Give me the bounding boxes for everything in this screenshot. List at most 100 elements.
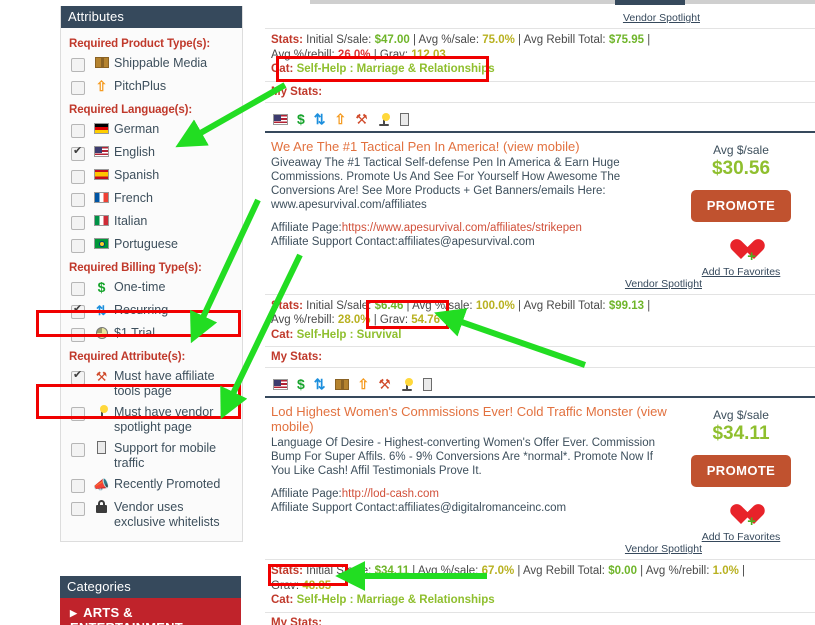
divider [265,367,815,368]
filter-option-one-time[interactable]: $ One-time [61,277,242,300]
add-to-favorites-control[interactable]: + Add To Favorites [671,238,811,278]
box-icon [334,377,349,392]
filter-option-pitchplus[interactable]: ⇧ PitchPlus [61,76,242,99]
affiliate-support-email[interactable]: affiliates@digitalromanceinc.com [398,502,566,514]
filter-option-spanish[interactable]: Spanish [61,165,242,188]
affiliate-support-label: Affiliate Support Contact: [271,502,398,514]
dollar-icon: $ [297,376,305,392]
checkbox-spanish[interactable] [71,170,85,184]
affiliate-page-url[interactable]: http://lod-cash.com [342,488,439,500]
categories-sidebar: Categories ▶ARTS & ENTERTAINMENT [60,576,241,625]
flag-italy-icon [92,214,111,229]
product-listing: Lod Highest Women's Commissions Ever! Co… [265,398,815,547]
avg-rebill-value: 1.0% [712,565,739,577]
filter-option-recurring[interactable]: ⇅ Recurring [61,300,242,323]
filter-label: PitchPlus [114,79,167,93]
checkbox-german[interactable] [71,124,85,138]
chevron-right-icon: ▶ [70,608,78,618]
initial-sale-label: Initial S/sale: [306,299,372,312]
checkbox-pitchplus[interactable] [71,81,85,95]
checkbox-italian[interactable] [71,216,85,230]
checkbox-one-time[interactable] [71,282,85,296]
divider [265,80,815,82]
dollar-icon: $ [97,279,106,295]
filter-option-french[interactable]: French [61,188,242,211]
divider [265,28,815,29]
checkbox-one-dollar-trial[interactable] [71,328,85,342]
filter-option-english[interactable]: English [61,142,242,165]
checkbox-mobile-traffic[interactable] [71,443,85,457]
checkbox-english[interactable] [71,145,85,161]
checkbox-affiliate-tools-page[interactable] [71,369,85,385]
filter-option-affiliate-tools-page[interactable]: ⚒ Must have affiliate tools page [61,366,242,402]
filter-option-shippable-media[interactable]: Shippable Media [61,53,242,76]
add-to-favorites-control[interactable]: + Add To Favorites [671,503,811,543]
affiliate-support-email[interactable]: affiliates@apesurvival.com [398,236,535,248]
cat-label: Cat: [271,328,294,341]
filter-option-vendor-spotlight-page[interactable]: Must have vendor spotlight page [61,402,242,438]
avg-sale-value: 75.0% [482,34,515,46]
filter-option-one-dollar-trial[interactable]: $1 Trial [61,323,242,346]
product-title-link[interactable]: Lod Highest Women's Commissions Ever! Co… [271,404,671,434]
lock-icon [92,500,111,515]
add-to-favorites-label[interactable]: Add To Favorites [671,531,811,543]
vendor-spotlight-link-2[interactable]: Vendor Spotlight [265,543,815,555]
stats-label: Stats: [271,299,303,312]
cat-value: Self-Help : Marriage & Relationships [296,63,495,75]
promote-button[interactable]: PROMOTE [690,189,792,222]
rebill-total-value: $99.13 [608,299,645,312]
grav-value: 112.03 [411,48,446,61]
avg-sale-label: Avg %/sale: [417,565,479,577]
filter-option-italian[interactable]: Italian [61,211,242,234]
product-title: We Are The #1 Tactical Pen In America! [271,138,500,154]
rebill-total-value: $0.00 [608,565,637,577]
filter-label: Portuguese [114,237,178,251]
checkbox-recurring[interactable] [71,303,85,319]
product-listing: We Are The #1 Tactical Pen In America! (… [265,133,815,282]
box-icon [92,56,111,71]
affiliate-info: Affiliate Page:http://lod-cash.com Affil… [271,487,671,515]
rebill-total-label: Avg Rebill Total: [523,34,606,46]
checkbox-shippable-media[interactable] [71,58,85,72]
stats-label: Stats: [271,565,303,577]
vendor-spotlight-link-1[interactable]: Vendor Spotlight [265,278,815,290]
checkbox-recently-promoted[interactable] [71,479,85,493]
affiliate-page-url[interactable]: https://www.apesurvival.com/affiliates/s… [342,222,582,234]
flag-france-icon [92,191,111,206]
cat-value: Self-Help : Marriage & Relationships [296,594,495,606]
tools-icon: ⚒ [378,376,391,392]
filter-option-german[interactable]: German [61,119,242,142]
cat-value: Self-Help : Survival [296,328,402,341]
filter-label: Spanish [114,168,160,182]
filter-label: Recurring [114,303,169,317]
avg-sale-value: 67.0% [481,565,515,577]
checkbox-portuguese[interactable] [71,239,85,253]
filter-option-portuguese[interactable]: Portuguese [61,234,242,257]
affiliate-support-label: Affiliate Support Contact: [271,235,398,248]
avg-rebill-value: 28.0% [337,314,371,326]
listing-details: Lod Highest Women's Commissions Ever! Co… [271,404,671,543]
results-list: Vendor Spotlight Stats: Initial S/sale: … [265,0,815,625]
view-mobile-link[interactable]: (view mobile) [503,139,580,154]
filter-label: Support for mobile traffic [114,441,217,470]
listing-details: We Are The #1 Tactical Pen In America! (… [271,139,671,278]
filter-option-mobile-traffic[interactable]: Support for mobile traffic [61,438,242,474]
promote-button[interactable]: PROMOTE [690,455,792,487]
grav-label: Grav: [379,48,409,61]
filter-option-recently-promoted[interactable]: 📣 Recently Promoted [61,474,242,497]
affiliate-page-label: Affiliate Page: [271,488,342,500]
checkbox-exclusive-whitelists[interactable] [71,502,85,516]
sidebar-item-arts-entertainment[interactable]: ▶ARTS & ENTERTAINMENT [60,598,241,625]
page-root: Attributes Required Product Type(s): Shi… [0,0,815,625]
flag-brazil-icon [92,237,111,252]
grav-label: Grav: [379,314,409,326]
vendor-spotlight-link-0[interactable]: Vendor Spotlight [265,12,815,24]
spotlight-icon [377,112,391,127]
avg-per-sale-label: Avg $/sale [713,408,769,422]
checkbox-vendor-spotlight-page[interactable] [71,407,85,421]
add-to-favorites-label[interactable]: Add To Favorites [671,266,811,278]
checkbox-french[interactable] [71,193,85,207]
flag-usa-icon [273,377,288,392]
filter-option-exclusive-whitelists[interactable]: Vendor uses exclusive whitelists [61,497,242,533]
product-title-link[interactable]: We Are The #1 Tactical Pen In America! (… [271,139,671,154]
